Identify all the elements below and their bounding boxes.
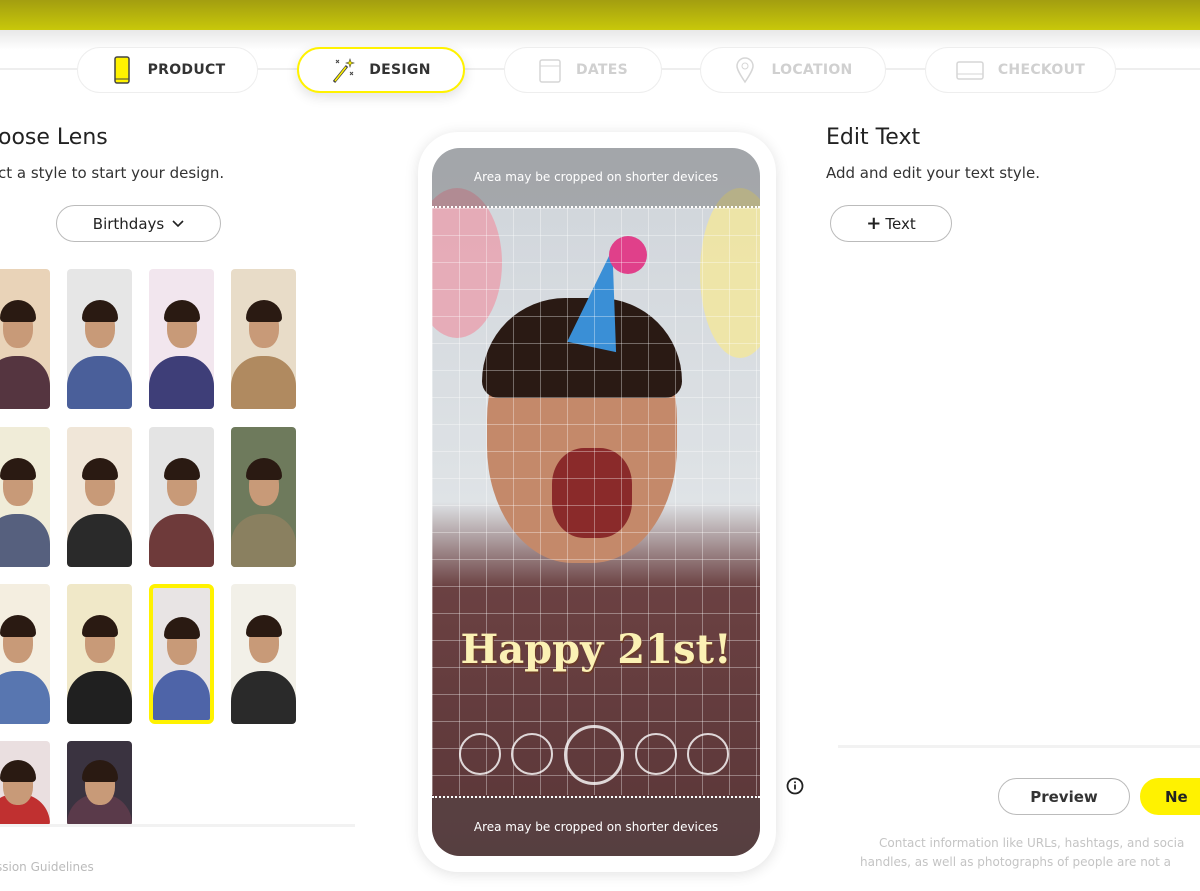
edit-text-title: Edit Text [826,125,921,150]
lens-thumbnail-body [153,669,210,720]
lens-thumbnail-body [0,355,50,409]
lens-thumbnail-body [67,670,132,724]
phone-icon [113,56,130,84]
lens-thumbnail-hair [163,617,200,640]
capture-dot [635,733,677,775]
crop-warning-top: Area may be cropped on shorter devices [432,148,760,208]
overlay-text[interactable]: Happy 21st! [432,626,760,673]
lens-thumbnail-hair [163,299,200,322]
lens-thumbnail-hair [245,457,282,480]
lens-thumbnail-body [149,355,214,409]
disclaimer-line: handles, as well as photographs of peopl… [860,855,1172,869]
calendar-icon [539,59,561,83]
lens-thumbnail-body [231,355,296,409]
lens-thumbnail-hair [245,299,282,322]
step-product[interactable]: PRODUCT [77,47,258,93]
disclaimer-line: Contact information like URLs, hashtags,… [879,836,1185,850]
lens-thumbnail-hair [81,614,118,637]
lens-thumbnail-hair [163,457,200,480]
step-checkout[interactable]: CHECKOUT [925,47,1116,93]
guide-grid [432,208,760,795]
preview-button[interactable]: Preview [998,778,1130,815]
step-dates[interactable]: DATES [504,47,662,93]
lens-tile[interactable] [0,584,50,724]
lens-thumbnail-hair [81,299,118,322]
category-dropdown[interactable]: Birthdays [56,205,221,242]
top-bar [0,0,1200,30]
lens-preview: Area may be cropped on shorter devices H… [432,148,760,856]
choose-lens-subtitle: ct a style to start your design. [0,164,225,182]
magic-wand-icon [333,58,356,83]
plus-icon: + [866,213,882,234]
chevron-down-icon [172,219,184,227]
lens-thumbnail-body [67,355,132,409]
lens-thumbnail-hair [0,614,36,637]
lens-thumbnail-hair [0,457,36,480]
crop-warning-bottom: Area may be cropped on shorter devices [432,796,760,856]
lens-thumbnail-body [67,513,132,567]
lens-tile[interactable] [149,269,214,409]
capture-dot [511,733,553,775]
add-text-button[interactable]: + Text [830,205,952,242]
lens-thumbnail-hair [81,457,118,480]
submission-guidelines-link[interactable]: ssion Guidelines [0,858,94,877]
lens-tile[interactable] [67,741,132,826]
lens-thumbnail-hair [245,614,282,637]
lens-thumbnail-body [0,513,50,567]
lens-thumbnail-hair [0,759,36,782]
next-button[interactable]: Ne [1140,778,1200,815]
capture-dot [459,733,501,775]
lens-tile[interactable] [231,269,296,409]
lens-tile[interactable] [67,269,132,409]
capture-dot [687,733,729,775]
lens-tile[interactable] [67,584,132,724]
lens-tile[interactable] [67,427,132,567]
lens-thumbnail-body [231,513,296,567]
step-design[interactable]: DESIGN [297,47,465,93]
lens-thumbnail-hair [81,759,118,782]
credit-card-icon [956,61,984,80]
location-pin-icon [736,57,755,84]
edit-text-subtitle: Add and edit your text style. [826,164,1040,182]
step-location[interactable]: LOCATION [700,47,886,93]
lens-tile[interactable] [0,741,50,826]
lens-tile[interactable] [231,427,296,567]
lens-thumbnail-body [149,513,214,567]
info-icon[interactable] [786,777,804,795]
lens-tile[interactable] [149,427,214,567]
choose-lens-title: oose Lens [0,125,108,150]
lens-tile[interactable] [231,584,296,724]
lens-tile[interactable] [0,427,50,567]
lens-tile[interactable] [0,269,50,409]
lens-thumbnail-hair [0,299,36,322]
lens-thumbnail-body [0,670,50,724]
lens-thumbnail-body [231,670,296,724]
capture-button [564,725,624,785]
lens-tile[interactable] [149,584,214,724]
